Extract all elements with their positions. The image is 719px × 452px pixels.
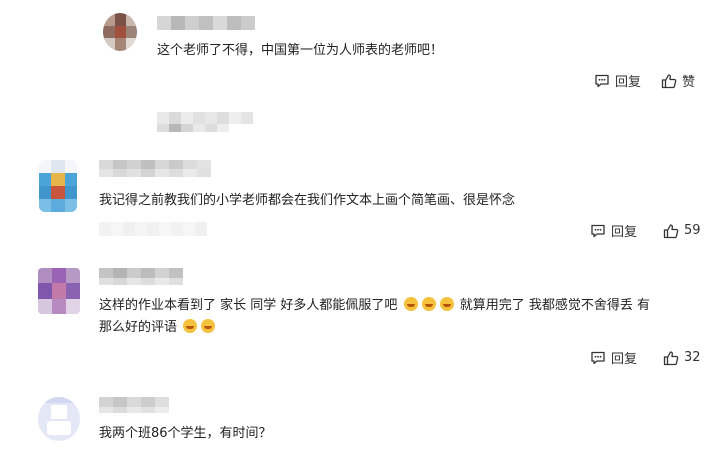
comment-actions: 回复 32: [590, 348, 701, 367]
username-blurred[interactable]: [99, 160, 211, 169]
reply-label: 回复: [611, 352, 638, 367]
reply-button[interactable]: 回复: [594, 71, 641, 90]
reply-label: 回复: [615, 75, 642, 90]
reply-preview-blurred: [157, 112, 253, 124]
laugh-cry-emoji: [403, 297, 418, 311]
avatar[interactable]: [39, 160, 77, 212]
laugh-cry-emoji: [439, 297, 454, 311]
chat-bubble-icon: [591, 351, 605, 364]
laugh-cry-emoji: [183, 319, 198, 333]
laugh-cry-emoji: [421, 297, 436, 311]
comment-actions: 回复 赞: [594, 71, 695, 90]
comment-text: 我两个班86个学生，有时间？: [99, 426, 272, 441]
username-blurred[interactable]: [157, 16, 255, 30]
avatar[interactable]: [38, 268, 80, 314]
username-blurred[interactable]: [99, 268, 183, 278]
comment-actions: 回复 59: [590, 221, 701, 240]
like-count: 59: [684, 223, 701, 238]
reply-label: 回复: [611, 225, 638, 240]
username-blurred: [99, 169, 211, 177]
reply-button[interactable]: 回复: [590, 221, 637, 240]
chat-bubble-icon: [595, 74, 609, 87]
comment-text-line2: 那么好的评语: [99, 317, 217, 339]
username-blurred[interactable]: [99, 397, 169, 407]
comment-text-segment: 那么好的评语: [99, 320, 178, 335]
like-label: 赞: [682, 75, 696, 90]
like-count: 32: [684, 350, 701, 365]
thumbs-up-icon: [663, 223, 679, 238]
comment-text-segment: 就算用完了 我都感觉不舍得丢 有: [459, 298, 650, 313]
comment-text: 这样的作业本看到了 家长 同学 好多人都能佩服了吧 就算用完了 我都感觉不舍得丢…: [99, 295, 650, 317]
thumbs-up-icon: [663, 350, 679, 365]
like-button[interactable]: 32: [663, 350, 701, 366]
comment-text-segment: 这样的作业本看到了 家长 同学 好多人都能佩服了吧: [99, 298, 398, 313]
username-blurred: [99, 407, 169, 413]
avatar[interactable]: [103, 13, 137, 51]
thumbs-up-icon: [661, 73, 677, 88]
reply-preview-blurred: [99, 222, 207, 236]
default-avatar-icon: [38, 397, 80, 435]
comment-text: 这个老师了不得，中国第一位为人师表的老师吧！: [157, 43, 444, 58]
username-blurred: [99, 278, 183, 285]
comment-text: 我记得之前教我们的小学老师都会在我们作文本上画个简笔画、很是怀念: [99, 193, 516, 208]
laugh-cry-emoji: [201, 319, 216, 333]
reply-preview-blurred: [157, 124, 229, 132]
reply-button[interactable]: 回复: [590, 348, 637, 367]
like-button[interactable]: 赞: [661, 71, 695, 90]
chat-bubble-icon: [591, 224, 605, 237]
like-button[interactable]: 59: [663, 223, 701, 239]
avatar[interactable]: [38, 397, 80, 441]
